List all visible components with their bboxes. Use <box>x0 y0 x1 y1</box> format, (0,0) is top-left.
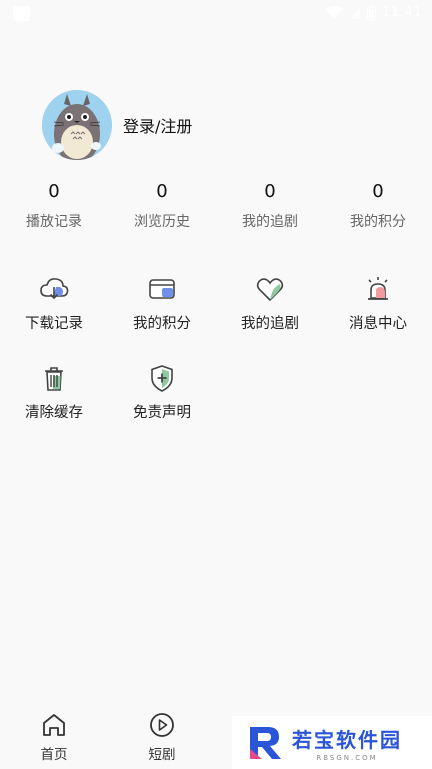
status-bar: 11:41 <box>0 0 432 28</box>
tab-home[interactable]: 首页 <box>14 712 94 763</box>
menu-my-points[interactable]: 我的积分 <box>108 274 216 333</box>
stat-value: 0 <box>156 181 168 202</box>
watermark-logo-icon <box>250 726 281 759</box>
watermark-title: 若宝软件园 <box>292 727 402 752</box>
menu-label: 下载记录 <box>25 316 83 332</box>
notification-icon <box>13 6 30 21</box>
menu-label: 清除缓存 <box>25 405 83 421</box>
alarm-light-icon <box>368 277 388 300</box>
heart-icon <box>256 278 284 302</box>
stat-value: 0 <box>48 181 60 202</box>
tab-label: 首页 <box>40 747 68 763</box>
play-circle-icon <box>150 713 174 737</box>
menu-grid-row-2: 清除缓存 免责声明 <box>0 363 432 422</box>
cloud-download-icon <box>40 278 69 300</box>
menu-message-center[interactable]: 消息中心 <box>324 274 432 333</box>
stat-browse-history[interactable]: 0 浏览历史 <box>108 178 216 231</box>
card-icon <box>149 279 175 299</box>
watermark-text: 若宝软件园 RBSGN.COM <box>292 724 402 762</box>
shield-plus-icon <box>151 365 173 392</box>
menu-disclaimer[interactable]: 免责声明 <box>108 363 216 422</box>
home-icon <box>43 714 65 736</box>
wifi-icon <box>325 5 344 19</box>
menu-download-records[interactable]: 下载记录 <box>0 274 108 333</box>
menu-label: 我的追剧 <box>241 316 299 332</box>
login-register-link[interactable]: 登录/注册 <box>123 113 192 137</box>
stat-label: 我的追剧 <box>242 214 298 230</box>
tab-label: 短剧 <box>148 747 176 763</box>
trash-icon <box>45 367 63 391</box>
stat-label: 浏览历史 <box>134 214 190 230</box>
stat-my-following[interactable]: 0 我的追剧 <box>216 178 324 231</box>
menu-my-following[interactable]: 我的追剧 <box>216 274 324 333</box>
watermark-subtitle: RBSGN.COM <box>316 753 378 762</box>
menu-label: 免责声明 <box>133 405 191 421</box>
stats-row: 0 播放记录 0 浏览历史 0 我的追剧 0 我的积分 <box>0 178 432 231</box>
stat-label: 我的积分 <box>350 214 406 230</box>
stat-value: 0 <box>264 181 276 202</box>
status-time: 11:41 <box>382 5 422 20</box>
avatar[interactable] <box>42 90 112 160</box>
stat-label: 播放记录 <box>26 214 82 230</box>
tab-short-drama[interactable]: 短剧 <box>122 712 202 763</box>
menu-grid-row-1: 下载记录 我的积分 我的追剧 消息中心 <box>0 274 432 333</box>
menu-label: 我的积分 <box>133 316 191 332</box>
signal-icon <box>350 7 361 19</box>
menu-label: 消息中心 <box>349 316 407 332</box>
stat-my-points[interactable]: 0 我的积分 <box>324 178 432 231</box>
totoro-avatar-image <box>42 90 112 160</box>
profile-header[interactable]: 登录/注册 <box>42 90 192 160</box>
status-right: 11:41 <box>325 5 422 20</box>
battery-icon <box>367 5 377 20</box>
menu-clear-cache[interactable]: 清除缓存 <box>0 363 108 422</box>
watermark-overlay: 若宝软件园 RBSGN.COM <box>232 716 432 769</box>
stat-play-history[interactable]: 0 播放记录 <box>0 178 108 231</box>
stat-value: 0 <box>372 181 384 202</box>
